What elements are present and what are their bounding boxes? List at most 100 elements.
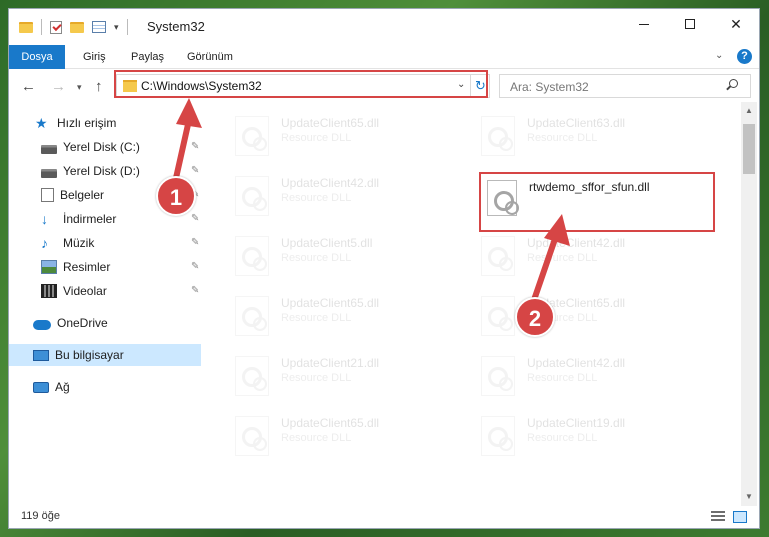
vertical-scrollbar[interactable]: ▲ ▼ (741, 102, 757, 506)
sidebar-item-label: Videolar (63, 284, 107, 298)
music-icon: ♪ (41, 235, 48, 251)
tab-share[interactable]: Paylaş (119, 45, 176, 69)
ribbon-tabs: Dosya Giriş Paylaş Görünüm ⌄ ? (9, 45, 759, 69)
dll-file-icon (235, 296, 269, 336)
file-name: UpdateClient65.dll (281, 416, 380, 430)
file-tile[interactable]: UpdateClient42.dll Resource DLL (455, 348, 685, 400)
forward-arrow-icon[interactable]: → (51, 78, 66, 95)
sidebar-item-quick-access[interactable]: ★ Hızlı erişim (9, 112, 201, 134)
sidebar-item-network[interactable]: Ağ (9, 376, 201, 398)
file-tile[interactable]: UpdateClient19.dll Resource DLL (455, 408, 685, 460)
title-bar: ▾ System32 ✕ (9, 9, 759, 45)
file-tile[interactable]: UpdateClient5.dll Resource DLL (209, 228, 439, 280)
minimize-button[interactable] (621, 9, 667, 39)
file-type: Resource DLL (527, 132, 598, 144)
file-type: Resource DLL (281, 372, 352, 384)
pin-icon[interactable]: ✎ (191, 261, 199, 272)
dll-file-icon (235, 116, 269, 156)
file-type: Resource DLL (281, 432, 352, 444)
dll-file-icon (481, 236, 515, 276)
file-type: Resource DLL (281, 192, 352, 204)
item-count: 119 öğe (21, 510, 60, 522)
step-badge-1: 1 (156, 176, 196, 216)
details-view-icon[interactable] (711, 511, 725, 523)
sidebar-item-label: Müzik (63, 236, 95, 250)
dll-file-icon (487, 180, 519, 216)
drive-icon (41, 168, 57, 178)
file-tile[interactable]: UpdateClient65.dll Resource DLL (209, 408, 439, 460)
sidebar-item-pictures[interactable]: Resimler ✎ (9, 256, 201, 278)
tiles-view-icon[interactable] (733, 511, 747, 523)
sidebar-item-local-disk-c[interactable]: Yerel Disk (C:) ✎ (9, 136, 201, 158)
cloud-icon (33, 319, 51, 330)
sidebar-item-videos[interactable]: Videolar ✎ (9, 280, 201, 302)
up-arrow-icon[interactable]: ↑ (95, 78, 103, 95)
file-type: Resource DLL (527, 252, 598, 264)
sidebar-item-label: Hızlı erişim (57, 116, 117, 130)
address-highlight-box (114, 70, 488, 98)
search-input[interactable]: Ara: System32 (499, 74, 751, 98)
status-bar: 119 öğe (9, 506, 759, 528)
pin-icon[interactable]: ✎ (191, 213, 199, 224)
sidebar-item-label: İndirmeler (63, 212, 117, 226)
file-name: UpdateClient63.dll (527, 116, 626, 130)
file-list: UpdateClient65.dll Resource DLL UpdateCl… (205, 102, 741, 506)
customize-icon[interactable] (92, 21, 106, 33)
file-tile[interactable]: UpdateClient65.dll Resource DLL (455, 288, 685, 340)
close-icon: ✕ (730, 15, 742, 32)
folder-icon[interactable] (19, 21, 33, 33)
dll-file-icon (481, 116, 515, 156)
pin-icon[interactable]: ✎ (191, 141, 199, 152)
file-tile[interactable]: UpdateClient65.dll Resource DLL (209, 108, 439, 160)
sidebar-item-label: Yerel Disk (D:) (63, 164, 140, 178)
sidebar-item-this-pc[interactable]: Bu bilgisayar (9, 344, 201, 366)
tab-home[interactable]: Giriş (71, 45, 118, 69)
pin-icon[interactable]: ✎ (191, 237, 199, 248)
tab-view[interactable]: Görünüm (175, 45, 245, 69)
dll-file-icon (235, 356, 269, 396)
file-type: Resource DLL (281, 312, 352, 324)
computer-icon (33, 349, 49, 361)
scroll-up-icon[interactable]: ▲ (745, 106, 753, 115)
properties-check-icon[interactable] (50, 20, 62, 34)
file-name: UpdateClient42.dll (281, 176, 380, 190)
downloads-icon: ↓ (41, 211, 48, 227)
documents-icon (41, 188, 54, 202)
sidebar-item-label: Yerel Disk (C:) (63, 140, 140, 154)
file-tile[interactable]: UpdateClient42.dll Resource DLL (209, 168, 439, 220)
minimize-icon (639, 23, 649, 25)
close-button[interactable]: ✕ (713, 9, 759, 39)
drive-icon (41, 144, 57, 154)
sidebar-item-music[interactable]: ♪ Müzik ✎ (9, 232, 201, 254)
dll-file-icon (235, 416, 269, 456)
new-folder-icon[interactable] (70, 21, 84, 33)
file-tile[interactable]: UpdateClient63.dll Resource DLL (455, 108, 685, 160)
tab-file[interactable]: Dosya (9, 45, 65, 69)
star-icon: ★ (35, 115, 48, 131)
expand-ribbon-icon[interactable]: ⌄ (715, 50, 723, 61)
back-arrow-icon[interactable]: ← (21, 78, 36, 95)
toolbar-divider (126, 19, 128, 35)
file-type: Resource DLL (527, 432, 598, 444)
chevron-down-icon[interactable]: ▾ (114, 22, 119, 33)
file-type: Resource DLL (281, 252, 352, 264)
sidebar-item-onedrive[interactable]: OneDrive (9, 312, 201, 334)
file-type: Resource DLL (281, 132, 352, 144)
videos-icon (41, 284, 57, 298)
recent-locations-icon[interactable]: ▾ (77, 82, 82, 93)
file-tile[interactable]: UpdateClient21.dll Resource DLL (209, 348, 439, 400)
toolbar-divider (41, 19, 42, 35)
file-tile[interactable]: UpdateClient65.dll Resource DLL (209, 288, 439, 340)
help-icon[interactable]: ? (737, 49, 752, 64)
file-tile-target[interactable]: rtwdemo_sffor_sfun.dll (479, 172, 715, 232)
search-icon[interactable] (726, 79, 738, 91)
pictures-icon (41, 260, 57, 274)
dll-file-icon (235, 176, 269, 216)
pin-icon[interactable]: ✎ (191, 285, 199, 296)
scroll-down-icon[interactable]: ▼ (745, 492, 753, 501)
file-tile[interactable]: UpdateClient42.dll Resource DLL (455, 228, 685, 280)
pin-icon[interactable]: ✎ (191, 165, 199, 176)
dll-file-icon (481, 296, 515, 336)
scrollbar-thumb[interactable] (743, 124, 755, 174)
maximize-button[interactable] (667, 9, 713, 39)
